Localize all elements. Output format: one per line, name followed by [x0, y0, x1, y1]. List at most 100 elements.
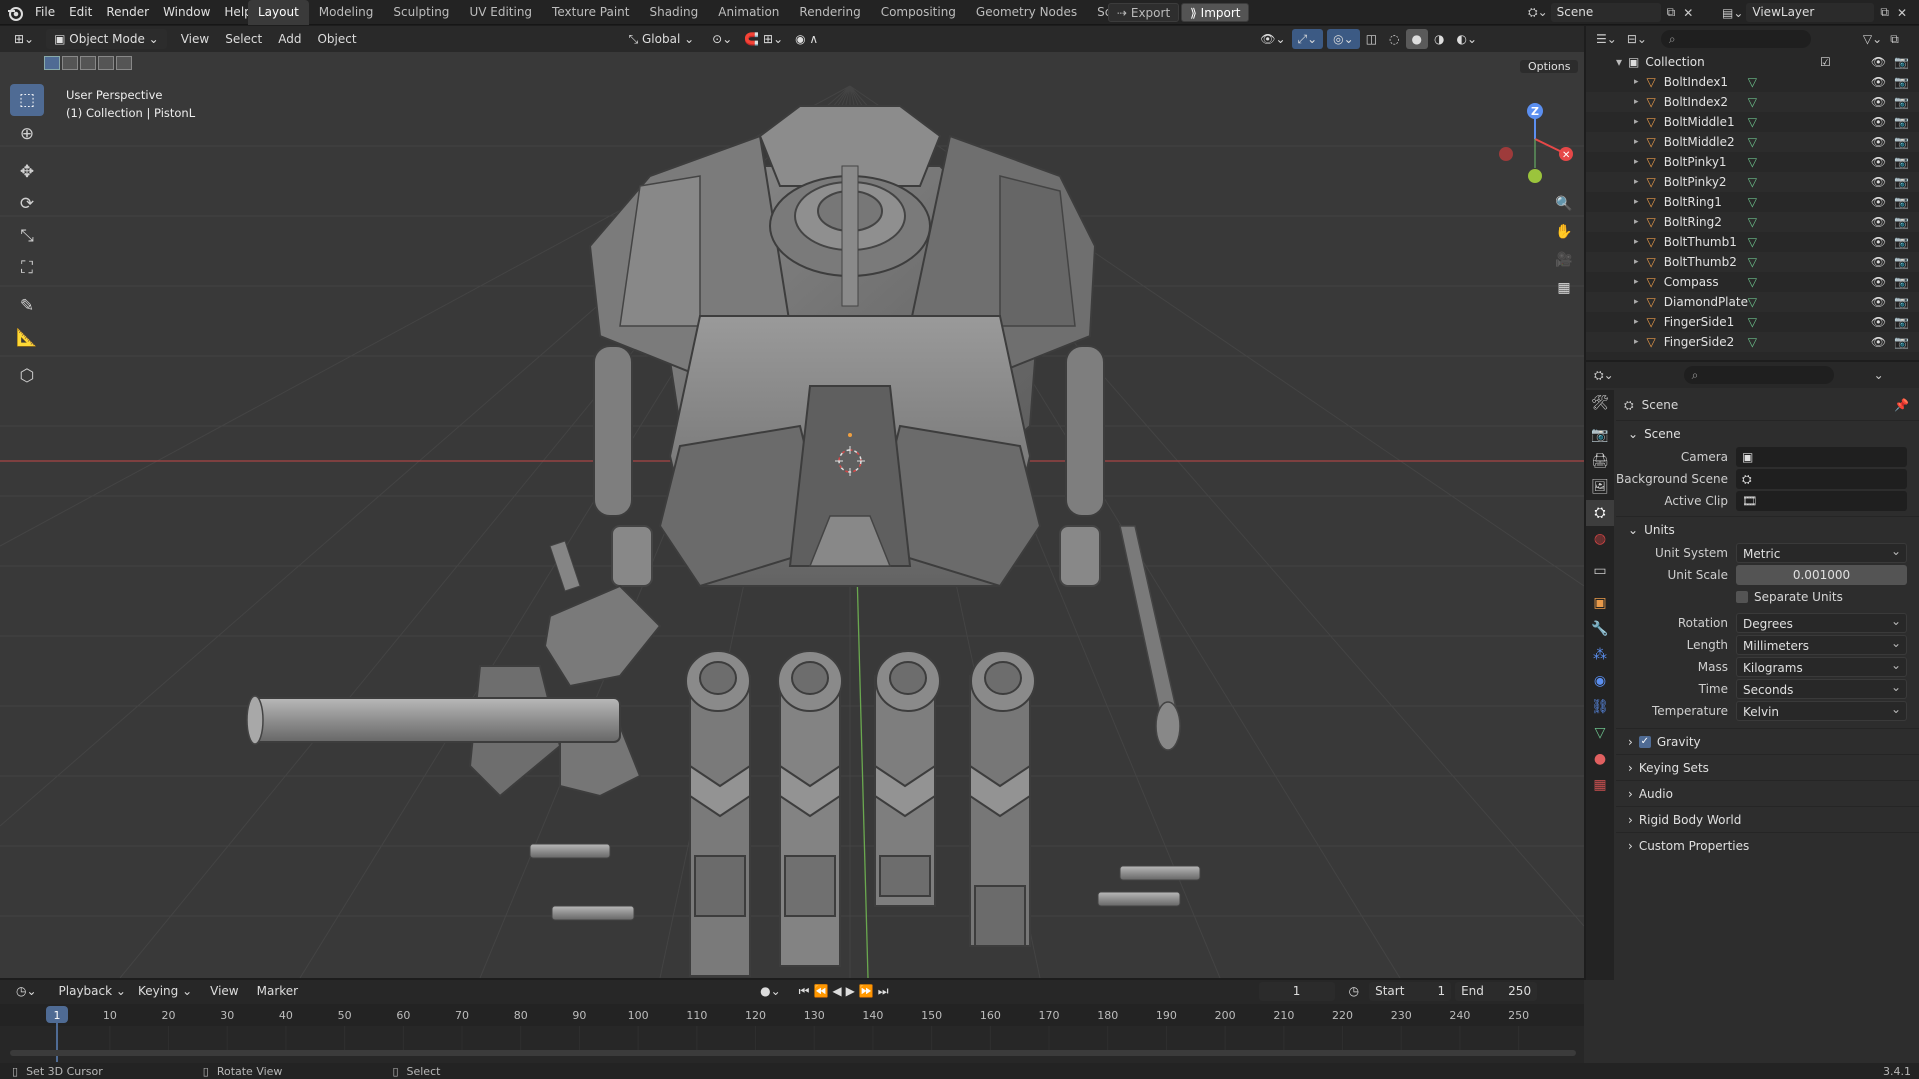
material-shading-icon[interactable]: ◑ [1428, 29, 1450, 49]
item-render-icon[interactable]: 📷 [1894, 112, 1909, 132]
pivot-icon[interactable]: ⊙⌄ [706, 29, 738, 49]
expand-arrow-icon[interactable]: ▸ [1634, 192, 1639, 212]
active-clip-field[interactable]: 🎞 [1736, 491, 1907, 511]
gravity-section-header[interactable]: › ✓ Gravity [1616, 728, 1919, 754]
item-visibility-icon[interactable]: 👁 [1871, 172, 1886, 192]
audio-section-header[interactable]: › Audio [1616, 780, 1919, 806]
viewport-scene[interactable] [0, 26, 1584, 978]
scene-tab-icon[interactable]: ⛭ [1586, 500, 1614, 526]
material-tab-icon[interactable]: ● [1586, 746, 1614, 772]
timeline-scrollbar[interactable] [10, 1050, 1576, 1056]
item-visibility-icon[interactable]: 👁 [1871, 132, 1886, 152]
expand-arrow-icon[interactable]: ▸ [1634, 152, 1639, 172]
collection-tab-icon[interactable]: ▭ [1586, 558, 1614, 584]
mesh-data-icon[interactable]: ▽ [1748, 152, 1757, 172]
outliner-item[interactable]: ▸ ▽ BoltMiddle1 ▽ 👁 📷 [1586, 112, 1919, 132]
pin-icon[interactable]: 📌 [1894, 398, 1909, 412]
select-box-tool[interactable]: ⬚ [10, 84, 44, 116]
outliner-item[interactable]: ▸ ▽ BoltRing1 ▽ 👁 📷 [1586, 192, 1919, 212]
outliner-item[interactable]: ▸ ▽ FingerSide2 ▽ 👁 📷 [1586, 332, 1919, 352]
camera-field[interactable]: ▣ [1736, 447, 1907, 467]
expand-arrow-icon[interactable]: ▸ [1634, 332, 1639, 352]
camera-view-icon[interactable]: 🎥 [1550, 246, 1578, 274]
item-visibility-icon[interactable]: 👁 [1871, 112, 1886, 132]
tab-animation[interactable]: Animation [708, 0, 789, 25]
item-render-icon[interactable]: 📷 [1894, 192, 1909, 212]
outliner-item[interactable]: ▸ ▽ BoltPinky2 ▽ 👁 📷 [1586, 172, 1919, 192]
item-render-icon[interactable]: 📷 [1894, 312, 1909, 332]
select-subtract-icon[interactable] [80, 56, 96, 70]
tab-layout[interactable]: Layout [248, 0, 309, 25]
unit-system-dropdown[interactable]: Metric [1736, 541, 1907, 563]
view-layer-field[interactable]: ViewLayer [1746, 3, 1875, 22]
filter-icon[interactable]: ▽⌄ [1863, 32, 1882, 46]
view-layer-tab-icon[interactable]: 🖼 [1586, 474, 1614, 500]
item-render-icon[interactable]: 📷 [1894, 232, 1909, 252]
item-visibility-icon[interactable]: 👁 [1871, 292, 1886, 312]
outliner-item[interactable]: ▸ ▽ BoltRing2 ▽ 👁 📷 [1586, 212, 1919, 232]
rigid-body-world-section-header[interactable]: › Rigid Body World [1616, 806, 1919, 832]
export-button[interactable]: ⇢ Export [1108, 3, 1180, 22]
length-dropdown[interactable]: Millimeters [1736, 633, 1907, 655]
mesh-data-icon[interactable]: ▽ [1748, 312, 1757, 332]
proportional-edit-icon[interactable]: ◉ ∧ [789, 29, 824, 49]
blender-logo-icon[interactable] [6, 4, 24, 22]
keying-sets-section-header[interactable]: › Keying Sets [1616, 754, 1919, 780]
item-visibility-icon[interactable]: 👁 [1871, 312, 1886, 332]
properties-options-icon[interactable]: ⌄ [1874, 368, 1884, 382]
menu-edit[interactable]: Edit [62, 0, 99, 25]
menu-view[interactable]: View [175, 29, 215, 49]
item-render-icon[interactable]: 📷 [1894, 292, 1909, 312]
properties-search-input[interactable]: ⌕ [1683, 366, 1834, 384]
tab-texture-paint[interactable]: Texture Paint [542, 0, 639, 25]
collection-row[interactable]: ▾ ▣ Collection ☑ 👁 📷 [1586, 52, 1919, 72]
mesh-data-icon[interactable]: ▽ [1748, 72, 1757, 92]
menu-select[interactable]: Select [219, 29, 268, 49]
select-intersect-icon[interactable] [116, 56, 132, 70]
units-section-header[interactable]: ⌄ Units [1616, 516, 1919, 542]
expand-arrow-icon[interactable]: ▸ [1634, 272, 1639, 292]
expand-arrow-icon[interactable]: ▸ [1634, 132, 1639, 152]
collapse-chevron-icon[interactable]: ▾ [1616, 52, 1622, 72]
tab-geometry-nodes[interactable]: Geometry Nodes [966, 0, 1087, 25]
custom-properties-section-header[interactable]: › Custom Properties [1616, 832, 1919, 858]
transform-tool[interactable]: ⛶ [10, 252, 44, 284]
expand-arrow-icon[interactable]: ▸ [1634, 92, 1639, 112]
orientation-dropdown[interactable]: ⤡ Global ⌄ [623, 29, 701, 49]
timeline-view-menu[interactable]: View [204, 981, 244, 1001]
select-new-icon[interactable] [44, 56, 60, 70]
marker-menu[interactable]: Marker [251, 981, 304, 1001]
outliner-search-input[interactable]: ⌕ [1660, 30, 1811, 48]
item-visibility-icon[interactable]: 👁 [1871, 232, 1886, 252]
item-visibility-icon[interactable]: 👁 [1871, 92, 1886, 112]
item-render-icon[interactable]: 📷 [1894, 152, 1909, 172]
expand-arrow-icon[interactable]: ▸ [1634, 72, 1639, 92]
collection-visibility-icon[interactable]: 👁 [1871, 52, 1886, 72]
import-button[interactable]: ⟫ Import [1181, 3, 1250, 22]
background-scene-field[interactable]: ⛭ [1736, 469, 1907, 489]
outliner-item[interactable]: ▸ ▽ BoltThumb2 ▽ 👁 📷 [1586, 252, 1919, 272]
item-render-icon[interactable]: 📷 [1894, 72, 1909, 92]
constraints-tab-icon[interactable]: ⛓ [1586, 694, 1614, 720]
mesh-data-icon[interactable]: ▽ [1748, 232, 1757, 252]
preview-range-icon[interactable]: ◷ [1343, 981, 1365, 1001]
delete-scene-icon[interactable]: ✕ [1683, 6, 1693, 20]
playback-controls[interactable]: ⏮⏪◀▶⏩⏭ [793, 981, 899, 1001]
expand-arrow-icon[interactable]: ▸ [1634, 212, 1639, 232]
mesh-data-icon[interactable]: ▽ [1748, 272, 1757, 292]
select-extend-icon[interactable] [62, 56, 78, 70]
mesh-data-icon[interactable]: ▽ [1748, 172, 1757, 192]
menu-add[interactable]: Add [272, 29, 307, 49]
menu-file[interactable]: File [28, 0, 62, 25]
item-visibility-icon[interactable]: 👁 [1871, 272, 1886, 292]
record-icon[interactable]: ●⌄ [754, 981, 787, 1001]
render-tab-icon[interactable]: 📷 [1586, 422, 1614, 448]
navigation-gizmo[interactable]: Z ✕ [1490, 94, 1580, 184]
mass-dropdown[interactable]: Kilograms [1736, 655, 1907, 677]
pan-hand-icon[interactable]: ✋ [1550, 218, 1578, 246]
editor-type-dropdown[interactable]: ⊞⌄ [8, 29, 40, 49]
expand-arrow-icon[interactable]: ▸ [1634, 252, 1639, 272]
timeline-ruler[interactable]: 10 20 30 40 50 60 70 80 90 100 110 120 130 140 150 160 1… [0, 1004, 1584, 1062]
mesh-data-icon[interactable]: ▽ [1748, 112, 1757, 132]
tool-tab-icon[interactable]: 🛠 [1586, 390, 1614, 416]
